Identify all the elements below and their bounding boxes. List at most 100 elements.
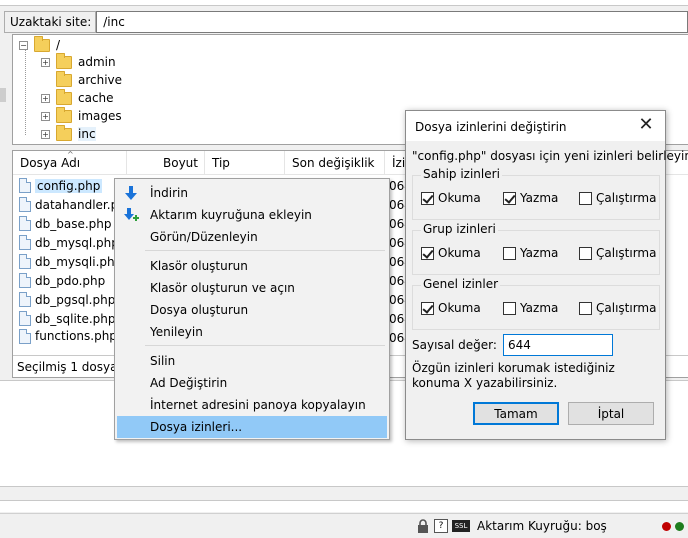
menu-item-download[interactable]: İndirin	[117, 182, 387, 204]
menu-item-file-permissions[interactable]: Dosya izinleri...	[117, 416, 387, 438]
file-name: db_pgsql.php	[35, 292, 116, 307]
menu-item-create-folder-open[interactable]: Klasör oluşturun ve açın	[117, 277, 387, 299]
menu-item-view-edit[interactable]: Görün/Düzenleyin	[117, 226, 387, 248]
public-permissions-group: Genel izinler Okuma Yazma Çalıştırma	[412, 277, 660, 330]
file-row[interactable]: db_base.php	[19, 214, 112, 233]
group-execute-checkbox[interactable]: Çalıştırma	[579, 246, 656, 260]
php-file-icon	[19, 328, 31, 344]
status-bar: ? SSL Aktarım Kuyruğu: boş	[0, 513, 688, 538]
file-name: functions.php	[35, 329, 117, 343]
checkbox-unchecked-icon[interactable]	[503, 301, 516, 315]
tree-item-inc[interactable]: + inc	[41, 124, 96, 143]
tree-item-label: archive	[78, 73, 123, 87]
column-header-modified[interactable]: Son değişiklik	[285, 151, 385, 175]
group-label: Genel izinler	[421, 277, 501, 291]
php-file-icon	[19, 273, 31, 288]
file-name: db_mysql.php	[35, 235, 119, 250]
top-strip	[0, 0, 688, 6]
checkbox-checked-icon[interactable]	[421, 191, 434, 205]
column-header-name[interactable]: ^ Dosya Adı	[13, 150, 127, 175]
checkbox-unchecked-icon[interactable]	[579, 301, 592, 315]
menu-item-add-to-queue[interactable]: Aktarım kuyruğuna ekleyin	[117, 204, 387, 226]
php-file-icon	[19, 311, 31, 326]
menu-item-delete[interactable]: Silin	[117, 350, 387, 372]
tree-item-admin[interactable]: + admin	[41, 52, 116, 71]
checkbox-unchecked-icon[interactable]	[579, 246, 592, 260]
folder-icon	[56, 52, 72, 69]
file-name: config.php	[35, 178, 103, 193]
owner-write-checkbox[interactable]: Yazma	[503, 191, 558, 205]
menu-item-create-folder[interactable]: Klasör oluşturun	[117, 255, 387, 277]
file-name: db_sqlite.php	[35, 311, 116, 326]
file-row[interactable]: db_mysql.php	[19, 233, 119, 252]
menu-item-rename[interactable]: Ad Değiştirin	[117, 372, 387, 394]
menu-item-refresh[interactable]: Yenileyin	[117, 321, 387, 343]
expand-icon[interactable]: +	[41, 129, 50, 139]
file-row[interactable]: db_pgsql.php	[19, 290, 115, 309]
file-row[interactable]: db_mysqli.php	[19, 252, 122, 271]
php-file-icon	[19, 292, 31, 307]
php-file-icon	[19, 178, 31, 193]
tree-item-cache[interactable]: + cache	[41, 88, 114, 107]
menu-separator	[145, 250, 385, 251]
left-scroll-thumb[interactable]	[0, 88, 6, 102]
group-read-checkbox[interactable]: Okuma	[421, 246, 481, 260]
collapse-icon[interactable]: −	[19, 40, 28, 50]
ok-button[interactable]: Tamam	[473, 402, 559, 425]
file-row[interactable]: db_sqlite.php	[19, 309, 116, 328]
checkbox-checked-icon[interactable]	[503, 191, 516, 205]
file-row[interactable]: functions.php	[19, 328, 117, 344]
group-write-checkbox[interactable]: Yazma	[503, 246, 558, 260]
expand-icon[interactable]: +	[41, 111, 50, 121]
public-write-checkbox[interactable]: Yazma	[503, 301, 558, 315]
column-header-size[interactable]: Boyut	[127, 151, 205, 175]
transfer-queue-status: Aktarım Kuyruğu: boş	[477, 519, 607, 533]
download-arrow-icon	[125, 186, 137, 200]
tree-item-images[interactable]: + images	[41, 106, 122, 125]
help-icon[interactable]: ?	[434, 519, 448, 533]
file-name: db_mysqli.php	[35, 254, 123, 269]
add-to-queue-icon	[124, 208, 139, 221]
folder-icon	[56, 106, 72, 123]
checkbox-checked-icon[interactable]	[421, 301, 434, 315]
tree-item-root[interactable]: − /	[19, 35, 61, 54]
close-icon[interactable]: ✕	[633, 114, 659, 138]
checkbox-unchecked-icon[interactable]	[579, 191, 592, 205]
php-file-icon	[19, 216, 31, 231]
file-permissions-dialog: Dosya izinlerini değiştirin ✕ "config.ph…	[405, 110, 688, 440]
column-header-type[interactable]: Tip	[205, 151, 285, 175]
tree-item-archive[interactable]: archive	[41, 70, 123, 89]
dialog-title: Dosya izinlerini değiştirin	[415, 120, 567, 134]
activity-led-red-icon	[662, 522, 671, 531]
sort-ascending-icon: ^	[67, 150, 74, 159]
folder-icon	[56, 88, 72, 105]
owner-permissions-group: Sahip izinleri Okuma Yazma Çalıştırma	[412, 167, 660, 220]
php-file-icon	[19, 254, 31, 269]
group-label: Sahip izinleri	[421, 167, 502, 181]
file-row[interactable]: datahandler.ph	[19, 195, 126, 214]
tree-item-label: /	[56, 38, 61, 52]
file-row[interactable]: db_pdo.php	[19, 271, 105, 290]
menu-separator	[145, 345, 385, 346]
checkbox-checked-icon[interactable]	[421, 246, 434, 260]
owner-read-checkbox[interactable]: Okuma	[421, 191, 481, 205]
tree-item-label: cache	[78, 91, 114, 105]
tree-item-label: inc	[78, 127, 96, 141]
cancel-button[interactable]: İptal	[568, 402, 654, 425]
remote-path-input[interactable]: /inc	[96, 11, 688, 33]
file-row[interactable]: config.php	[19, 176, 103, 195]
public-read-checkbox[interactable]: Okuma	[421, 301, 481, 315]
menu-item-create-file[interactable]: Dosya oluşturun	[117, 299, 387, 321]
checkbox-unchecked-icon[interactable]	[503, 246, 516, 260]
group-label: Grup izinleri	[421, 222, 498, 236]
public-execute-checkbox[interactable]: Çalıştırma	[579, 301, 656, 315]
expand-icon[interactable]: +	[41, 93, 50, 103]
menu-item-copy-url[interactable]: İnternet adresini panoya kopyalayın	[117, 394, 387, 416]
owner-execute-checkbox[interactable]: Çalıştırma	[579, 191, 656, 205]
expand-icon[interactable]: +	[41, 57, 50, 67]
lock-icon	[418, 519, 428, 533]
context-menu: İndirin Aktarım kuyruğuna ekleyin Görün/…	[114, 178, 390, 440]
numeric-value-input[interactable]: 644	[502, 334, 613, 356]
activity-led-green-icon	[675, 522, 684, 531]
dialog-title-bar[interactable]: Dosya izinlerini değiştirin ✕	[406, 111, 665, 141]
